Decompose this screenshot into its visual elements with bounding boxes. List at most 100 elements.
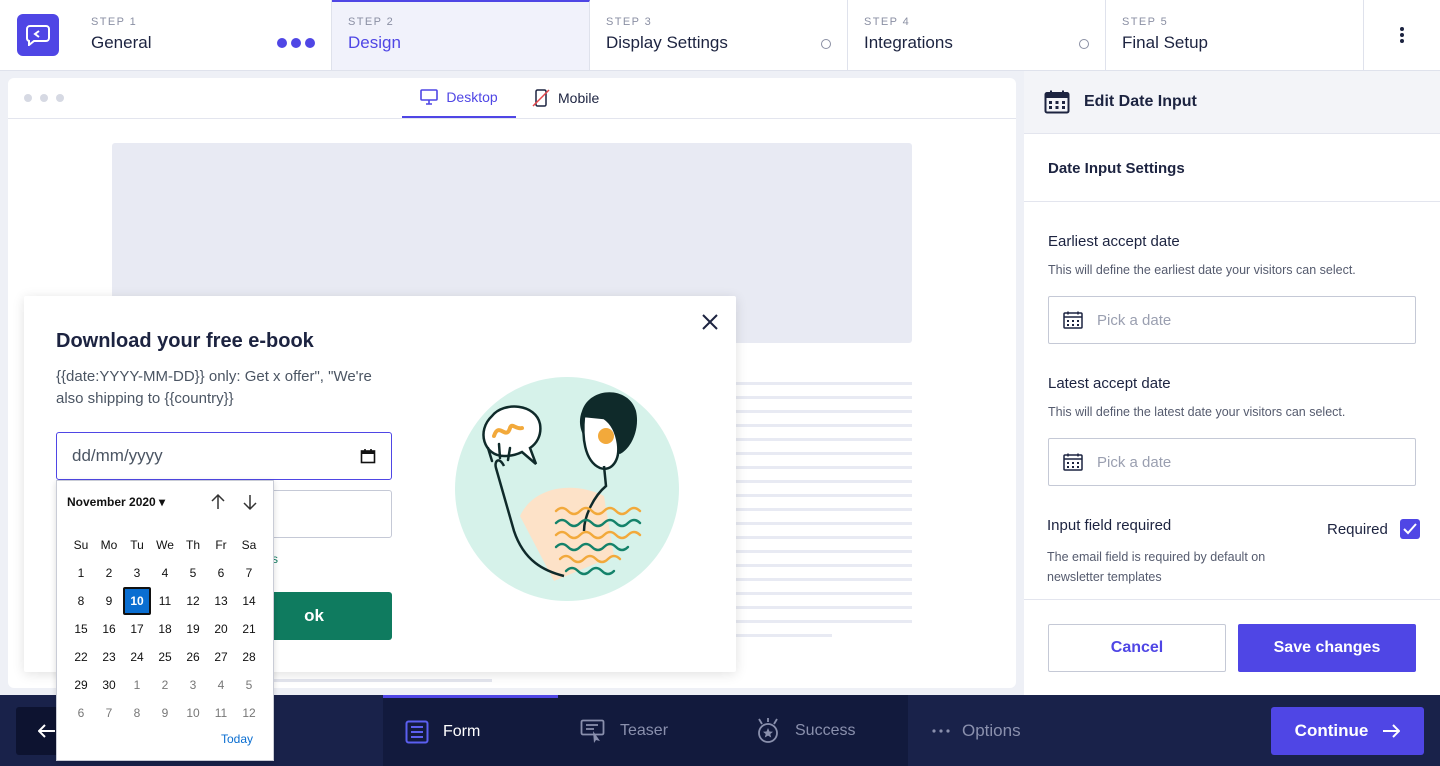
tab-form[interactable]: Form [383,695,558,766]
calendar-day[interactable]: 4 [151,559,179,587]
continue-label: Continue [1294,721,1369,740]
calendar-day[interactable]: 19 [179,615,207,643]
calendar-grid: Su Mo Tu We Th Fr Sa 1 2 3 4 5 6 7 8 9 10 11 12 13 14 15 16 17 1… [67,531,263,727]
calendar-day[interactable]: 27 [207,643,235,671]
calendar-day[interactable]: 1 [67,559,95,587]
today-button[interactable]: Today [221,732,253,746]
settings-panel: Edit Date Input Date Input Settings Earl… [1024,71,1440,695]
step-final-setup[interactable]: STEP 5 Final Setup [1106,0,1364,70]
calendar-day[interactable]: 3 [123,559,151,587]
calendar-day[interactable]: 4 [207,671,235,699]
button-label: ok [304,606,324,625]
date-placeholder: Pick a date [1097,453,1172,471]
calendar-day[interactable]: 13 [207,587,235,615]
calendar-day[interactable]: 22 [67,643,95,671]
month-label: November 2020 [67,495,156,509]
tab-success[interactable]: Success [733,695,908,766]
tab-mobile[interactable]: Mobile [532,78,599,118]
step-integrations[interactable]: STEP 4 Integrations [848,0,1106,70]
app-logo[interactable] [16,14,59,56]
calendar-day[interactable]: 14 [235,587,263,615]
calendar-day[interactable]: 7 [235,559,263,587]
calendar-day[interactable]: 2 [151,671,179,699]
calendar-day[interactable]: 17 [123,615,151,643]
step-number: STEP 1 [91,16,138,28]
calendar-day[interactable]: 7 [95,699,123,727]
options-button[interactable]: Options [932,695,1021,766]
calendar-day[interactable]: 20 [207,615,235,643]
divider [1024,599,1440,600]
tab-desktop[interactable]: Desktop [402,78,516,118]
calendar-day[interactable]: 6 [207,559,235,587]
step-name: Design [348,33,401,52]
step-general[interactable]: STEP 1 General [75,0,332,70]
calendar-day[interactable]: 10 [123,587,151,615]
calendar-day[interactable]: 24 [123,643,151,671]
arrow-up-icon[interactable] [209,493,227,511]
calendar-day[interactable]: 21 [235,615,263,643]
panel-header: Edit Date Input [1024,71,1440,134]
popup-subtitle: {{date:YYYY-MM-DD}} only: Get x offer", … [56,368,372,407]
status-circle-icon [1079,39,1089,49]
status-circle-icon [821,39,831,49]
tab-label: Desktop [446,89,498,105]
date-input[interactable]: dd/mm/yyyy [56,432,392,480]
calendar-day[interactable]: 12 [235,699,263,727]
calendar-day[interactable]: 29 [67,671,95,699]
calendar-day[interactable]: 8 [123,699,151,727]
required-toggle[interactable]: Required [1327,519,1420,539]
calendar-day[interactable]: 16 [95,615,123,643]
calendar-day[interactable]: 23 [95,643,123,671]
window-dots-icon [24,94,64,102]
latest-date-help: This will define the latest date your vi… [1048,405,1346,419]
calendar-day[interactable]: 15 [67,615,95,643]
calendar-day[interactable]: 11 [151,587,179,615]
calendar-day[interactable]: 12 [179,587,207,615]
calendar-day[interactable]: 9 [95,587,123,615]
calendar-icon [1063,311,1083,329]
continue-button[interactable]: Continue [1271,707,1424,755]
date-picker-popup: November 2020 ▾ Su Mo Tu We Th Fr Sa 1 2 3 4 5 6 7 8 9 1… [56,480,274,761]
calendar-icon [360,449,376,464]
save-changes-button[interactable]: Save changes [1238,624,1416,672]
tab-label: Mobile [558,90,600,106]
step-number: STEP 4 [864,16,911,28]
weekday-label: Sa [241,538,257,552]
calendar-day[interactable]: 28 [235,643,263,671]
date-placeholder: Pick a date [1097,311,1172,329]
calendar-day[interactable]: 5 [179,559,207,587]
month-nav [209,493,259,511]
calendar-day[interactable]: 9 [151,699,179,727]
calendar-day[interactable]: 5 [235,671,263,699]
calendar-day[interactable]: 2 [95,559,123,587]
earliest-date-input[interactable]: Pick a date [1048,296,1416,344]
tab-teaser[interactable]: Teaser [558,695,733,766]
calendar-day[interactable]: 30 [95,671,123,699]
arrow-right-icon [1383,724,1401,738]
month-select[interactable]: November 2020 ▾ [67,495,165,509]
calendar-day[interactable]: 8 [67,587,95,615]
calendar-day[interactable]: 6 [67,699,95,727]
close-icon[interactable] [700,312,720,332]
panel-title: Edit Date Input [1084,93,1197,110]
calendar-day[interactable]: 10 [179,699,207,727]
calendar-day[interactable]: 1 [123,671,151,699]
arrow-down-icon[interactable] [241,493,259,511]
calendar-day[interactable]: 3 [179,671,207,699]
required-label: Input field required [1047,517,1172,534]
date-placeholder: dd/mm/yyyy [72,446,163,465]
latest-date-label: Latest accept date [1048,375,1171,392]
step-display-settings[interactable]: STEP 3 Display Settings [590,0,848,70]
calendar-day[interactable]: 18 [151,615,179,643]
calendar-day[interactable]: 25 [151,643,179,671]
latest-date-input[interactable]: Pick a date [1048,438,1416,486]
calendar-day[interactable]: 26 [179,643,207,671]
required-checkbox[interactable] [1399,519,1420,539]
progress-dots-icon [277,38,315,48]
cancel-button[interactable]: Cancel [1048,624,1226,672]
more-menu-icon[interactable] [1364,0,1440,70]
view-tabs: Form Teaser Success [383,695,908,766]
step-design[interactable]: STEP 2 Design [332,0,590,70]
step-name: Integrations [864,33,953,52]
calendar-day[interactable]: 11 [207,699,235,727]
